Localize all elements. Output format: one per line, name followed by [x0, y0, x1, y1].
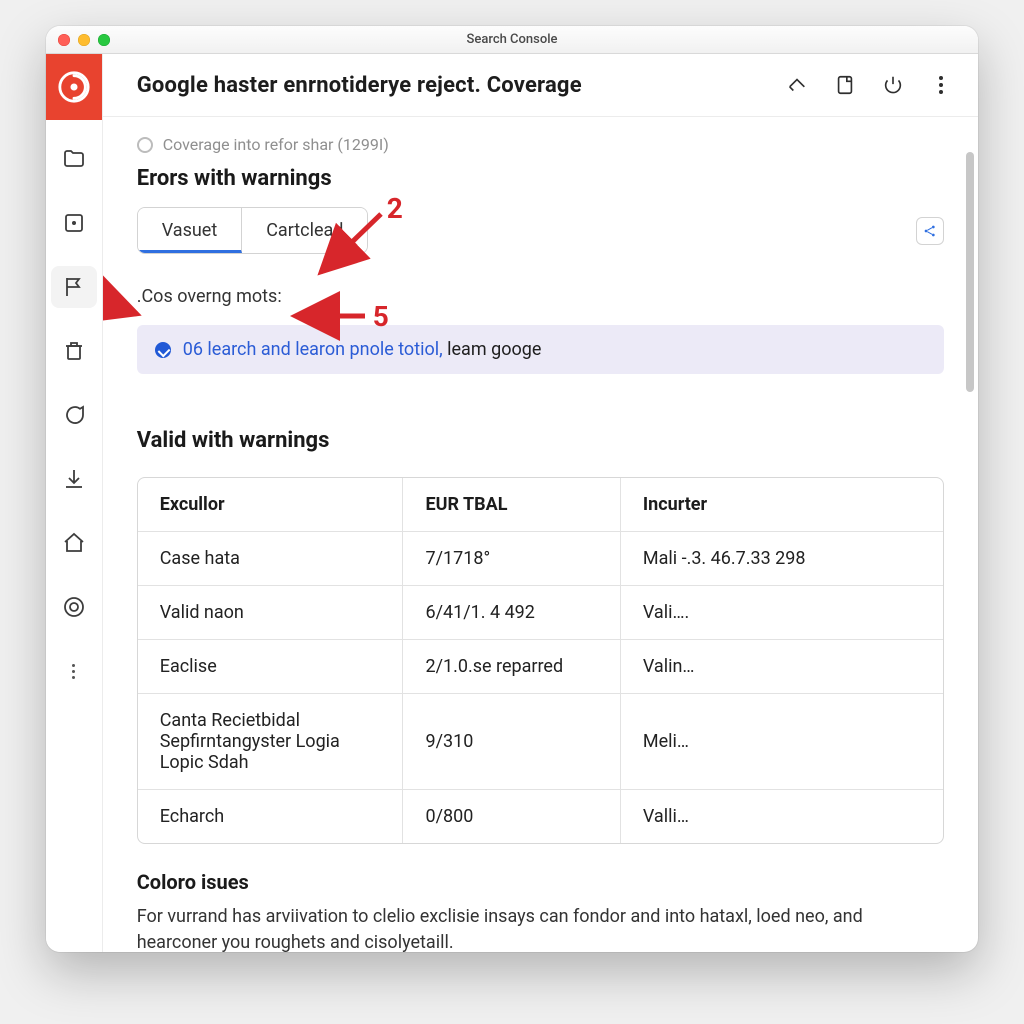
sidebar-item-chat[interactable] — [51, 394, 97, 436]
download-icon — [62, 467, 86, 491]
table-row[interactable]: Canta Recietbidal Sepfirntangyster Logia… — [138, 694, 943, 790]
brand-swirl-icon — [57, 70, 91, 104]
cell: Valin… — [621, 640, 943, 694]
tab-cartclead[interactable]: Cartclead — [242, 208, 367, 253]
sidebar-item-download[interactable] — [51, 458, 97, 500]
note-icon — [834, 74, 856, 96]
main-area: Google haster enrnotiderye reject. Cover… — [103, 54, 978, 952]
info-check-icon — [155, 342, 171, 358]
table-header-row: Excullor EUR TBAL Incurter — [138, 478, 943, 532]
tab-vasuet[interactable]: Vasuet — [138, 208, 243, 253]
tabs: Vasuet Cartclead — [137, 207, 369, 254]
kebab-icon — [939, 76, 943, 94]
col-incurter[interactable]: Incurter — [621, 478, 943, 532]
brand-logo[interactable] — [46, 54, 102, 120]
cell: Echarch — [138, 790, 404, 843]
flag-icon — [62, 275, 86, 299]
sidebar-item-home[interactable] — [51, 522, 97, 564]
cell: 0/800 — [403, 790, 620, 843]
cell: Canta Recietbidal Sepfirntangyster Logia… — [138, 694, 404, 790]
target-icon — [62, 595, 86, 619]
errors-heading: Erors with warnings — [137, 166, 944, 191]
breadcrumb-line: Coverage into refor shar (1299I) — [137, 135, 944, 154]
sidebar-item-trash[interactable] — [51, 330, 97, 372]
table-row[interactable]: Eaclise 2/1.0.se reparred Valin… — [138, 640, 943, 694]
more-vertical-icon — [69, 664, 79, 679]
cell: 9/310 — [403, 694, 620, 790]
cell: Valli… — [621, 790, 943, 843]
home-icon — [62, 531, 86, 555]
footer-heading: Coloro isues — [137, 870, 944, 894]
table-row[interactable]: Echarch 0/800 Valli… — [138, 790, 943, 843]
cell: Meli… — [621, 694, 943, 790]
clock-icon — [137, 137, 153, 153]
footer-paragraph: For vurrand has arviivation to clelio ex… — [137, 904, 944, 952]
chat-icon — [62, 403, 86, 427]
overflow-menu[interactable] — [930, 74, 952, 96]
banner-link[interactable]: 06 learch and learon pnole totiol, — [183, 339, 443, 360]
warnings-table: Excullor EUR TBAL Incurter Case hata 7/1… — [137, 477, 944, 844]
titlebar: Search Console — [46, 26, 978, 54]
folder-icon — [62, 147, 86, 171]
content-scroll[interactable]: Coverage into refor shar (1299I) Erors w… — [103, 117, 978, 952]
coverage-subtitle: Coverage into refor shar (1299I) — [163, 135, 389, 154]
overng-label: .Cos overng mots: — [137, 286, 944, 307]
cell: Mali -.3. 46.7.33 298 — [621, 532, 943, 586]
trash-icon — [62, 339, 86, 363]
share-button[interactable] — [786, 74, 808, 96]
share-chip[interactable] — [916, 217, 944, 245]
col-eurtbal[interactable]: EUR TBAL — [403, 478, 620, 532]
cell: Vali…. — [621, 586, 943, 640]
page-title: Google haster enrnotiderye reject. Cover… — [137, 73, 786, 98]
valid-heading: Valid with warnings — [137, 428, 944, 453]
cell: 6/41/1. 4 492 — [403, 586, 620, 640]
scrollbar-track — [964, 124, 974, 944]
annotation-number-5: 5 — [373, 300, 389, 333]
table-row[interactable]: Case hata 7/1718° Mali -.3. 46.7.33 298 — [138, 532, 943, 586]
table-row[interactable]: Valid naon 6/41/1. 4 492 Vali…. — [138, 586, 943, 640]
square-dot-icon — [62, 211, 86, 235]
note-button[interactable] — [834, 74, 856, 96]
cell: Valid naon — [138, 586, 404, 640]
app-window: Search Console — [46, 26, 978, 952]
sidebar-item-folder[interactable] — [51, 138, 97, 180]
power-button[interactable] — [882, 74, 904, 96]
sidebar-more[interactable] — [51, 650, 97, 692]
scrollbar-thumb[interactable] — [966, 152, 974, 392]
toolbar: Google haster enrnotiderye reject. Cover… — [103, 54, 978, 117]
info-banner[interactable]: 06 learch and learon pnole totiol, leam … — [137, 325, 944, 374]
sidebar-item-target[interactable] — [51, 586, 97, 628]
annotation-number-2: 2 — [387, 192, 403, 225]
banner-text: leam googe — [443, 339, 542, 360]
share-nodes-icon — [922, 223, 938, 239]
cell: 7/1718° — [403, 532, 620, 586]
window-title: Search Console — [46, 32, 978, 47]
cell: Eaclise — [138, 640, 404, 694]
sidebar-item-box[interactable] — [51, 202, 97, 244]
cell: Case hata — [138, 532, 404, 586]
sidebar — [46, 54, 103, 952]
power-icon — [882, 74, 904, 96]
col-excullor[interactable]: Excullor — [138, 478, 404, 532]
cell: 2/1.0.se reparred — [403, 640, 620, 694]
share-arrow-icon — [786, 74, 808, 96]
sidebar-item-flag[interactable] — [51, 266, 97, 308]
